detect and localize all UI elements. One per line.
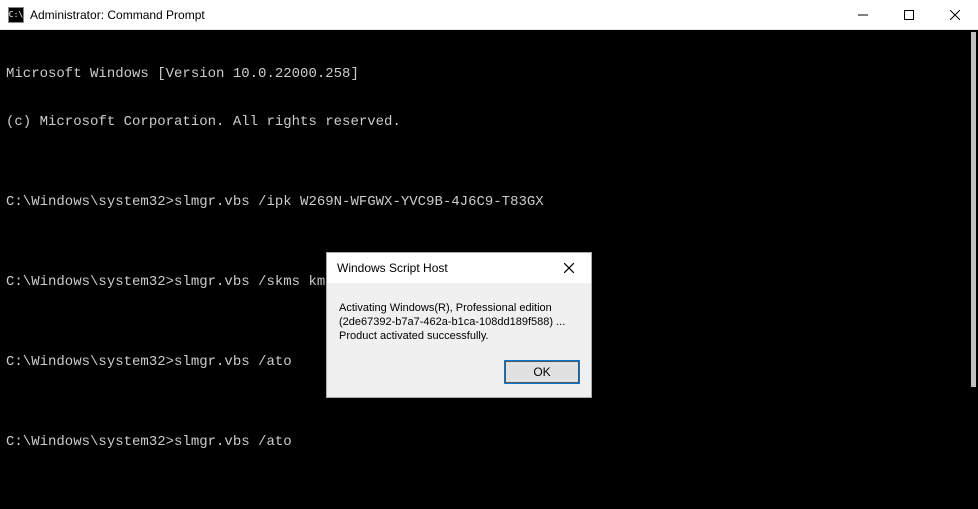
dialog-title: Windows Script Host [337,261,547,275]
ok-button[interactable]: OK [505,361,579,383]
terminal-line: (c) Microsoft Corporation. All rights re… [6,114,972,130]
cmd-icon: C:\ [8,7,24,23]
dialog-message-line: Activating Windows(R), Professional edit… [339,301,579,315]
scrollbar-track[interactable] [971,32,976,507]
close-button[interactable] [932,0,978,29]
cmd-icon-glyph: C:\ [9,10,23,19]
dialog-titlebar: Windows Script Host [327,253,591,283]
terminal-line: Microsoft Windows [Version 10.0.22000.25… [6,66,972,82]
dialog-message-line: (2de67392-b7a7-462a-b1ca-108dd189f588) .… [339,315,579,329]
window-title: Administrator: Command Prompt [30,8,840,22]
close-icon [950,10,960,20]
window-titlebar: C:\ Administrator: Command Prompt [0,0,978,30]
terminal-line: C:\Windows\system32>slmgr.vbs /ato [6,434,972,450]
ok-button-label: OK [533,365,550,379]
minimize-button[interactable] [840,0,886,29]
close-icon [564,263,574,273]
window-controls [840,0,978,29]
minimize-icon [858,10,868,20]
terminal-line: C:\Windows\system32>slmgr.vbs /ipk W269N… [6,194,972,210]
maximize-button[interactable] [886,0,932,29]
scrollbar-thumb[interactable] [971,32,976,387]
dialog-message-line: Product activated successfully. [339,329,579,343]
script-host-dialog: Windows Script Host Activating Windows(R… [326,252,592,398]
maximize-icon [904,10,914,20]
dialog-footer: OK [327,351,591,397]
dialog-close-button[interactable] [547,253,591,283]
dialog-body: Activating Windows(R), Professional edit… [327,283,591,351]
